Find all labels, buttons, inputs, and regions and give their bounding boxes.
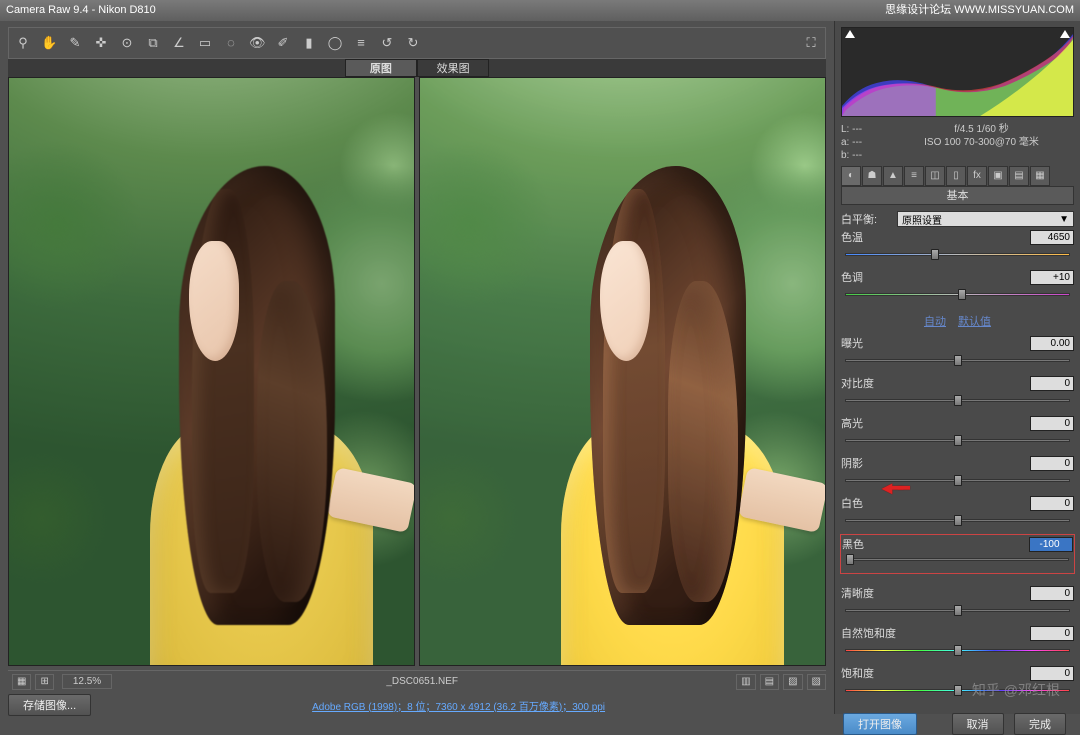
rotate-cw-icon[interactable]: ↻ <box>405 35 421 51</box>
tab-basic-icon[interactable]: ◐ <box>841 166 861 186</box>
view-ic2[interactable]: ▤ <box>760 674 779 690</box>
clarity-label: 清晰度 <box>841 585 897 601</box>
contrast-slider[interactable] <box>845 395 1070 406</box>
radial-filter-icon[interactable]: ◯ <box>327 35 343 51</box>
temp-slider[interactable] <box>845 249 1070 260</box>
vibrance-slider[interactable] <box>845 645 1070 656</box>
whites-value[interactable]: 0 <box>1030 496 1074 511</box>
color-sampler-icon[interactable]: ✜ <box>93 35 109 51</box>
redeye-icon[interactable]: 👁 <box>249 35 265 51</box>
filename: _DSC0651.NEF <box>112 676 732 687</box>
panel-tabs: ◐ ☗ ▲ ≡ ◫ ▯ fx ▣ ▤ ▦ <box>841 166 1074 187</box>
whites-label: 白色 <box>841 495 897 511</box>
tab-effect[interactable]: 效果图 <box>417 59 489 77</box>
shadows-slider[interactable] <box>845 475 1070 486</box>
highlights-label: 高光 <box>841 415 897 431</box>
cancel-button[interactable]: 取消 <box>952 713 1004 735</box>
shadows-label: 阴影 <box>841 455 897 471</box>
saturation-value[interactable]: 0 <box>1030 666 1074 681</box>
tab-lens-icon[interactable]: ▯ <box>946 166 966 186</box>
tab-presets-icon[interactable]: ▤ <box>1009 166 1029 186</box>
panel-title: 基本 <box>841 187 1074 205</box>
tab-original[interactable]: 原图 <box>345 59 417 77</box>
exposure-value[interactable]: 0.00 <box>1030 336 1074 351</box>
crop-tool-icon[interactable]: ⧉ <box>145 35 161 51</box>
compare-icon[interactable]: ⊞ <box>35 674 53 690</box>
eyedropper-icon[interactable]: ✎ <box>67 35 83 51</box>
target-adjust-icon[interactable]: ⊙ <box>119 35 135 51</box>
save-image-button[interactable]: 存储图像... <box>8 694 91 716</box>
blacks-label: 黑色 <box>842 536 898 552</box>
grid-icon[interactable]: ▦ <box>12 674 31 690</box>
zoom-level[interactable]: 12.5% <box>62 674 112 689</box>
view-ic4[interactable]: ▧ <box>807 674 826 690</box>
blacks-slider[interactable] <box>846 554 1069 565</box>
exposure-slider[interactable] <box>845 355 1070 366</box>
tab-camera-icon[interactable]: ▣ <box>988 166 1008 186</box>
tint-slider[interactable] <box>845 289 1070 300</box>
done-button[interactable]: 完成 <box>1014 713 1066 735</box>
temp-value[interactable]: 4650 <box>1030 230 1074 245</box>
clarity-value[interactable]: 0 <box>1030 586 1074 601</box>
temp-label: 色温 <box>841 229 897 245</box>
view-header: 原图 效果图 <box>8 59 826 77</box>
view-ic1[interactable]: ▥ <box>736 674 755 690</box>
zoom-tool-icon[interactable]: ⚲ <box>15 35 31 51</box>
default-link[interactable]: 默认值 <box>958 313 991 329</box>
lab-readout: L: ---a: ---b: --- <box>841 123 889 162</box>
exposure-label: 曝光 <box>841 335 897 351</box>
auto-link[interactable]: 自动 <box>924 313 946 329</box>
toolbar: ⚲ ✋ ✎ ✜ ⊙ ⧉ ∠ ▭ ◌ 👁 ✐ ▮ ◯ ≡ ↺ ↻ ⛶ <box>8 27 826 59</box>
contrast-value[interactable]: 0 <box>1030 376 1074 391</box>
tab-split-icon[interactable]: ◫ <box>925 166 945 186</box>
site-watermark: 思缘设计论坛 WWW.MISSYUAN.COM <box>885 0 1074 21</box>
vibrance-value[interactable]: 0 <box>1030 626 1074 641</box>
highlights-slider[interactable] <box>845 435 1070 446</box>
highlights-value[interactable]: 0 <box>1030 416 1074 431</box>
shadows-value[interactable]: 0 <box>1030 456 1074 471</box>
author-watermark: 知乎 @邓红根 <box>972 680 1060 700</box>
prefs-icon[interactable]: ≡ <box>353 35 369 51</box>
view-ic3[interactable]: ▨ <box>783 674 802 690</box>
grad-filter-icon[interactable]: ▮ <box>301 35 317 51</box>
exif-readout: f/4.5 1/60 秒ISO 100 70-300@70 毫米 <box>889 123 1074 162</box>
workflow-link[interactable]: Adobe RGB (1998)；8 位；7360 x 4912 (36.2 百… <box>312 698 605 713</box>
vibrance-label: 自然饱和度 <box>841 625 897 641</box>
rotate-ccw-icon[interactable]: ↺ <box>379 35 395 51</box>
saturation-label: 饱和度 <box>841 665 897 681</box>
tab-hsl-icon[interactable]: ≡ <box>904 166 924 186</box>
whites-slider[interactable] <box>845 515 1070 526</box>
tab-snap-icon[interactable]: ▦ <box>1030 166 1050 186</box>
tab-fx-icon[interactable]: fx <box>967 166 987 186</box>
tint-label: 色调 <box>841 269 897 285</box>
contrast-label: 对比度 <box>841 375 897 391</box>
tint-value[interactable]: +10 <box>1030 270 1074 285</box>
tab-detail-icon[interactable]: ▲ <box>883 166 903 186</box>
blacks-value[interactable]: -100 <box>1029 537 1073 552</box>
image-original[interactable] <box>8 77 415 666</box>
straighten-icon[interactable]: ∠ <box>171 35 187 51</box>
histogram[interactable] <box>841 27 1074 117</box>
tab-curve-icon[interactable]: ☗ <box>862 166 882 186</box>
clarity-slider[interactable] <box>845 605 1070 616</box>
transform-icon[interactable]: ▭ <box>197 35 213 51</box>
wb-label: 白平衡: <box>841 211 897 227</box>
wb-select[interactable]: 原照设置▼ <box>897 211 1074 227</box>
hand-tool-icon[interactable]: ✋ <box>41 35 57 51</box>
image-effect[interactable] <box>419 77 826 666</box>
app-title: Camera Raw 9.4 - Nikon D810 <box>6 0 156 21</box>
spot-removal-icon[interactable]: ◌ <box>223 35 239 51</box>
fullscreen-icon[interactable]: ⛶ <box>803 35 819 51</box>
open-image-button[interactable]: 打开图像 <box>843 713 917 735</box>
title-bar: Camera Raw 9.4 - Nikon D810 思缘设计论坛 WWW.M… <box>0 0 1080 21</box>
brush-icon[interactable]: ✐ <box>275 35 291 51</box>
